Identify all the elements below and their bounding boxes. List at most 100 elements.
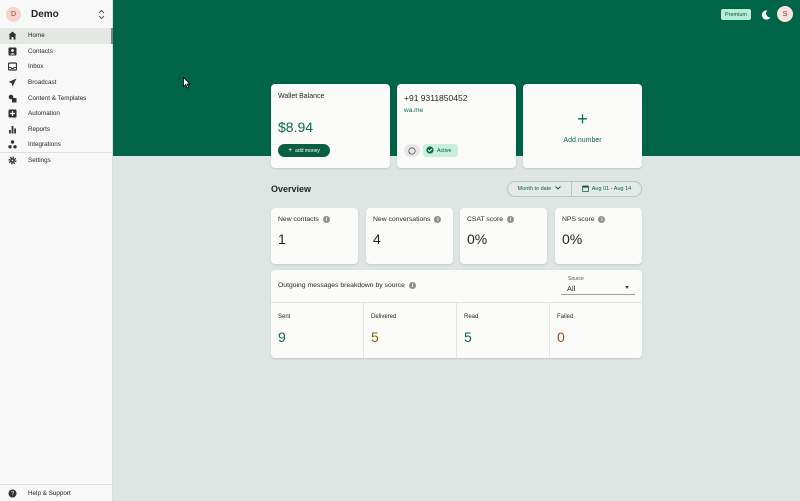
phone-number: +91 9311850452 xyxy=(404,93,468,103)
period-label: Month to date xyxy=(517,186,552,192)
overview-title: Overview xyxy=(271,184,312,194)
phone-number-card: +91 9311850452 wa.me Active xyxy=(397,84,516,168)
source-select[interactable]: Source All xyxy=(561,276,635,295)
breakdown-title: Outgoing messages breakdown by source xyxy=(278,282,405,289)
sidebar-item-label: Integrations xyxy=(28,140,61,148)
sidebar-item-content-templates[interactable]: Content & Templates xyxy=(0,90,113,106)
sidebar-item-help-support[interactable]: ? Help & Support xyxy=(0,484,113,501)
integrations-icon xyxy=(8,140,17,149)
add-money-button[interactable]: + add money xyxy=(278,144,330,157)
automation-icon xyxy=(8,109,17,118)
send-icon xyxy=(8,78,17,87)
stat-value: 0% xyxy=(467,231,488,247)
stat-card-nps-score: NPS score i 0% xyxy=(555,208,642,264)
sidebar-item-label: Automation xyxy=(28,110,60,118)
wallet-title: Wallet Balance xyxy=(278,93,325,100)
source-value: All xyxy=(567,284,576,293)
sidebar-item-label: Home xyxy=(28,32,45,40)
info-icon[interactable]: i xyxy=(408,282,416,289)
wallet-amount: $8.94 xyxy=(278,119,314,135)
stat-label: NPS score xyxy=(562,216,595,223)
sidebar-item-label: Settings xyxy=(28,157,51,165)
chevron-up-down-icon xyxy=(98,9,105,21)
stat-label-row: New conversations i xyxy=(373,216,442,223)
breakdown-sent: Sent 9 xyxy=(271,303,364,358)
workspace-name: Demo xyxy=(31,8,59,20)
stat-label: New conversations xyxy=(373,216,431,223)
sidebar-item-label: Content & Templates xyxy=(28,94,87,102)
info-icon[interactable]: i xyxy=(322,216,330,223)
stat-label-row: CSAT score i xyxy=(467,216,515,223)
status-label: Active xyxy=(437,147,452,154)
sidebar-item-reports[interactable]: Reports xyxy=(0,122,113,138)
sidebar-item-label: Broadcast xyxy=(28,79,57,87)
outgoing-breakdown-card: Outgoing messages breakdown by source i S… xyxy=(271,270,642,358)
breakdown-value: 5 xyxy=(371,329,379,345)
date-range-label: Aug 01 - Aug 14 xyxy=(591,186,632,192)
wa-me-link[interactable]: wa.me xyxy=(404,107,423,114)
mouse-cursor-icon xyxy=(183,76,191,89)
templates-icon xyxy=(8,94,17,103)
stat-value: 4 xyxy=(373,231,381,247)
breakdown-label: Delivered xyxy=(371,314,397,320)
breakdown-label: Failed xyxy=(557,314,574,320)
breakdown-label: Sent xyxy=(278,314,291,320)
moon-icon[interactable] xyxy=(760,8,772,20)
user-avatar[interactable]: S xyxy=(777,6,793,22)
sidebar-item-label: Inbox xyxy=(28,63,44,71)
stat-label: New contacts xyxy=(278,216,319,223)
breakdown-read: Read 5 xyxy=(457,303,550,358)
wallet-balance-card: Wallet Balance $8.94 + add money xyxy=(271,84,390,168)
sidebar-item-label: Help & Support xyxy=(28,489,71,497)
stat-card-new-contacts: New contacts i 1 xyxy=(271,208,358,264)
sidebar-item-home[interactable]: Home xyxy=(0,28,113,44)
gear-icon xyxy=(8,156,17,165)
reports-icon xyxy=(8,125,17,134)
sidebar-item-settings[interactable]: Settings xyxy=(0,153,113,169)
stat-card-csat-score: CSAT score i 0% xyxy=(460,208,547,264)
add-number-card[interactable]: + Add number xyxy=(523,84,642,168)
add-money-label: add money xyxy=(295,147,320,154)
sidebar-item-contacts[interactable]: Contacts xyxy=(0,44,113,60)
stat-label: CSAT score xyxy=(467,216,504,223)
workspace-switcher[interactable]: D Demo xyxy=(0,0,113,28)
sidebar: D Demo Home Contacts Inbox Broadcast Con… xyxy=(0,0,113,501)
sidebar-item-automation[interactable]: Automation xyxy=(0,106,113,122)
whatsapp-icon xyxy=(408,142,416,160)
check-circle-icon xyxy=(426,145,434,156)
breakdown-failed: Failed 0 xyxy=(550,303,642,358)
breakdown-value: 0 xyxy=(557,329,565,345)
add-number-label: Add number xyxy=(563,137,602,144)
breakdown-delivered: Delivered 5 xyxy=(364,303,457,358)
inbox-icon xyxy=(8,62,17,72)
breakdown-value: 5 xyxy=(464,329,472,345)
sidebar-item-integrations[interactable]: Integrations xyxy=(0,137,113,153)
info-icon[interactable]: i xyxy=(507,216,515,223)
chevron-down-icon xyxy=(555,186,562,192)
breakdown-row: Sent 9 Delivered 5 Read 5 Failed 0 xyxy=(271,302,642,358)
plus-icon: + xyxy=(288,147,293,154)
status-badge: Active xyxy=(423,144,458,157)
breakdown-value: 9 xyxy=(278,329,286,345)
period-select[interactable]: Month to date xyxy=(508,182,572,196)
caret-down-icon xyxy=(625,286,629,289)
help-icon: ? xyxy=(8,489,17,498)
sidebar-item-broadcast[interactable]: Broadcast xyxy=(0,75,113,91)
calendar-icon xyxy=(581,185,589,194)
plus-icon: + xyxy=(577,109,588,129)
whatsapp-button[interactable] xyxy=(404,144,420,157)
premium-badge[interactable]: Premium xyxy=(721,9,752,20)
stat-label-row: New contacts i xyxy=(278,216,330,223)
stat-card-new-conversations: New conversations i 4 xyxy=(366,208,453,264)
contacts-icon xyxy=(8,47,17,56)
workspace-avatar: D xyxy=(6,6,21,22)
sidebar-item-inbox[interactable]: Inbox xyxy=(0,59,113,75)
breakdown-title-row: Outgoing messages breakdown by source i xyxy=(278,282,416,289)
date-range-picker[interactable]: Aug 01 - Aug 14 xyxy=(572,182,641,196)
stat-label-row: NPS score i xyxy=(562,216,606,223)
stat-value: 0% xyxy=(562,231,583,247)
info-icon[interactable]: i xyxy=(598,216,606,223)
breakdown-label: Read xyxy=(464,314,479,320)
sidebar-item-label: Reports xyxy=(28,125,51,133)
info-icon[interactable]: i xyxy=(434,216,442,223)
